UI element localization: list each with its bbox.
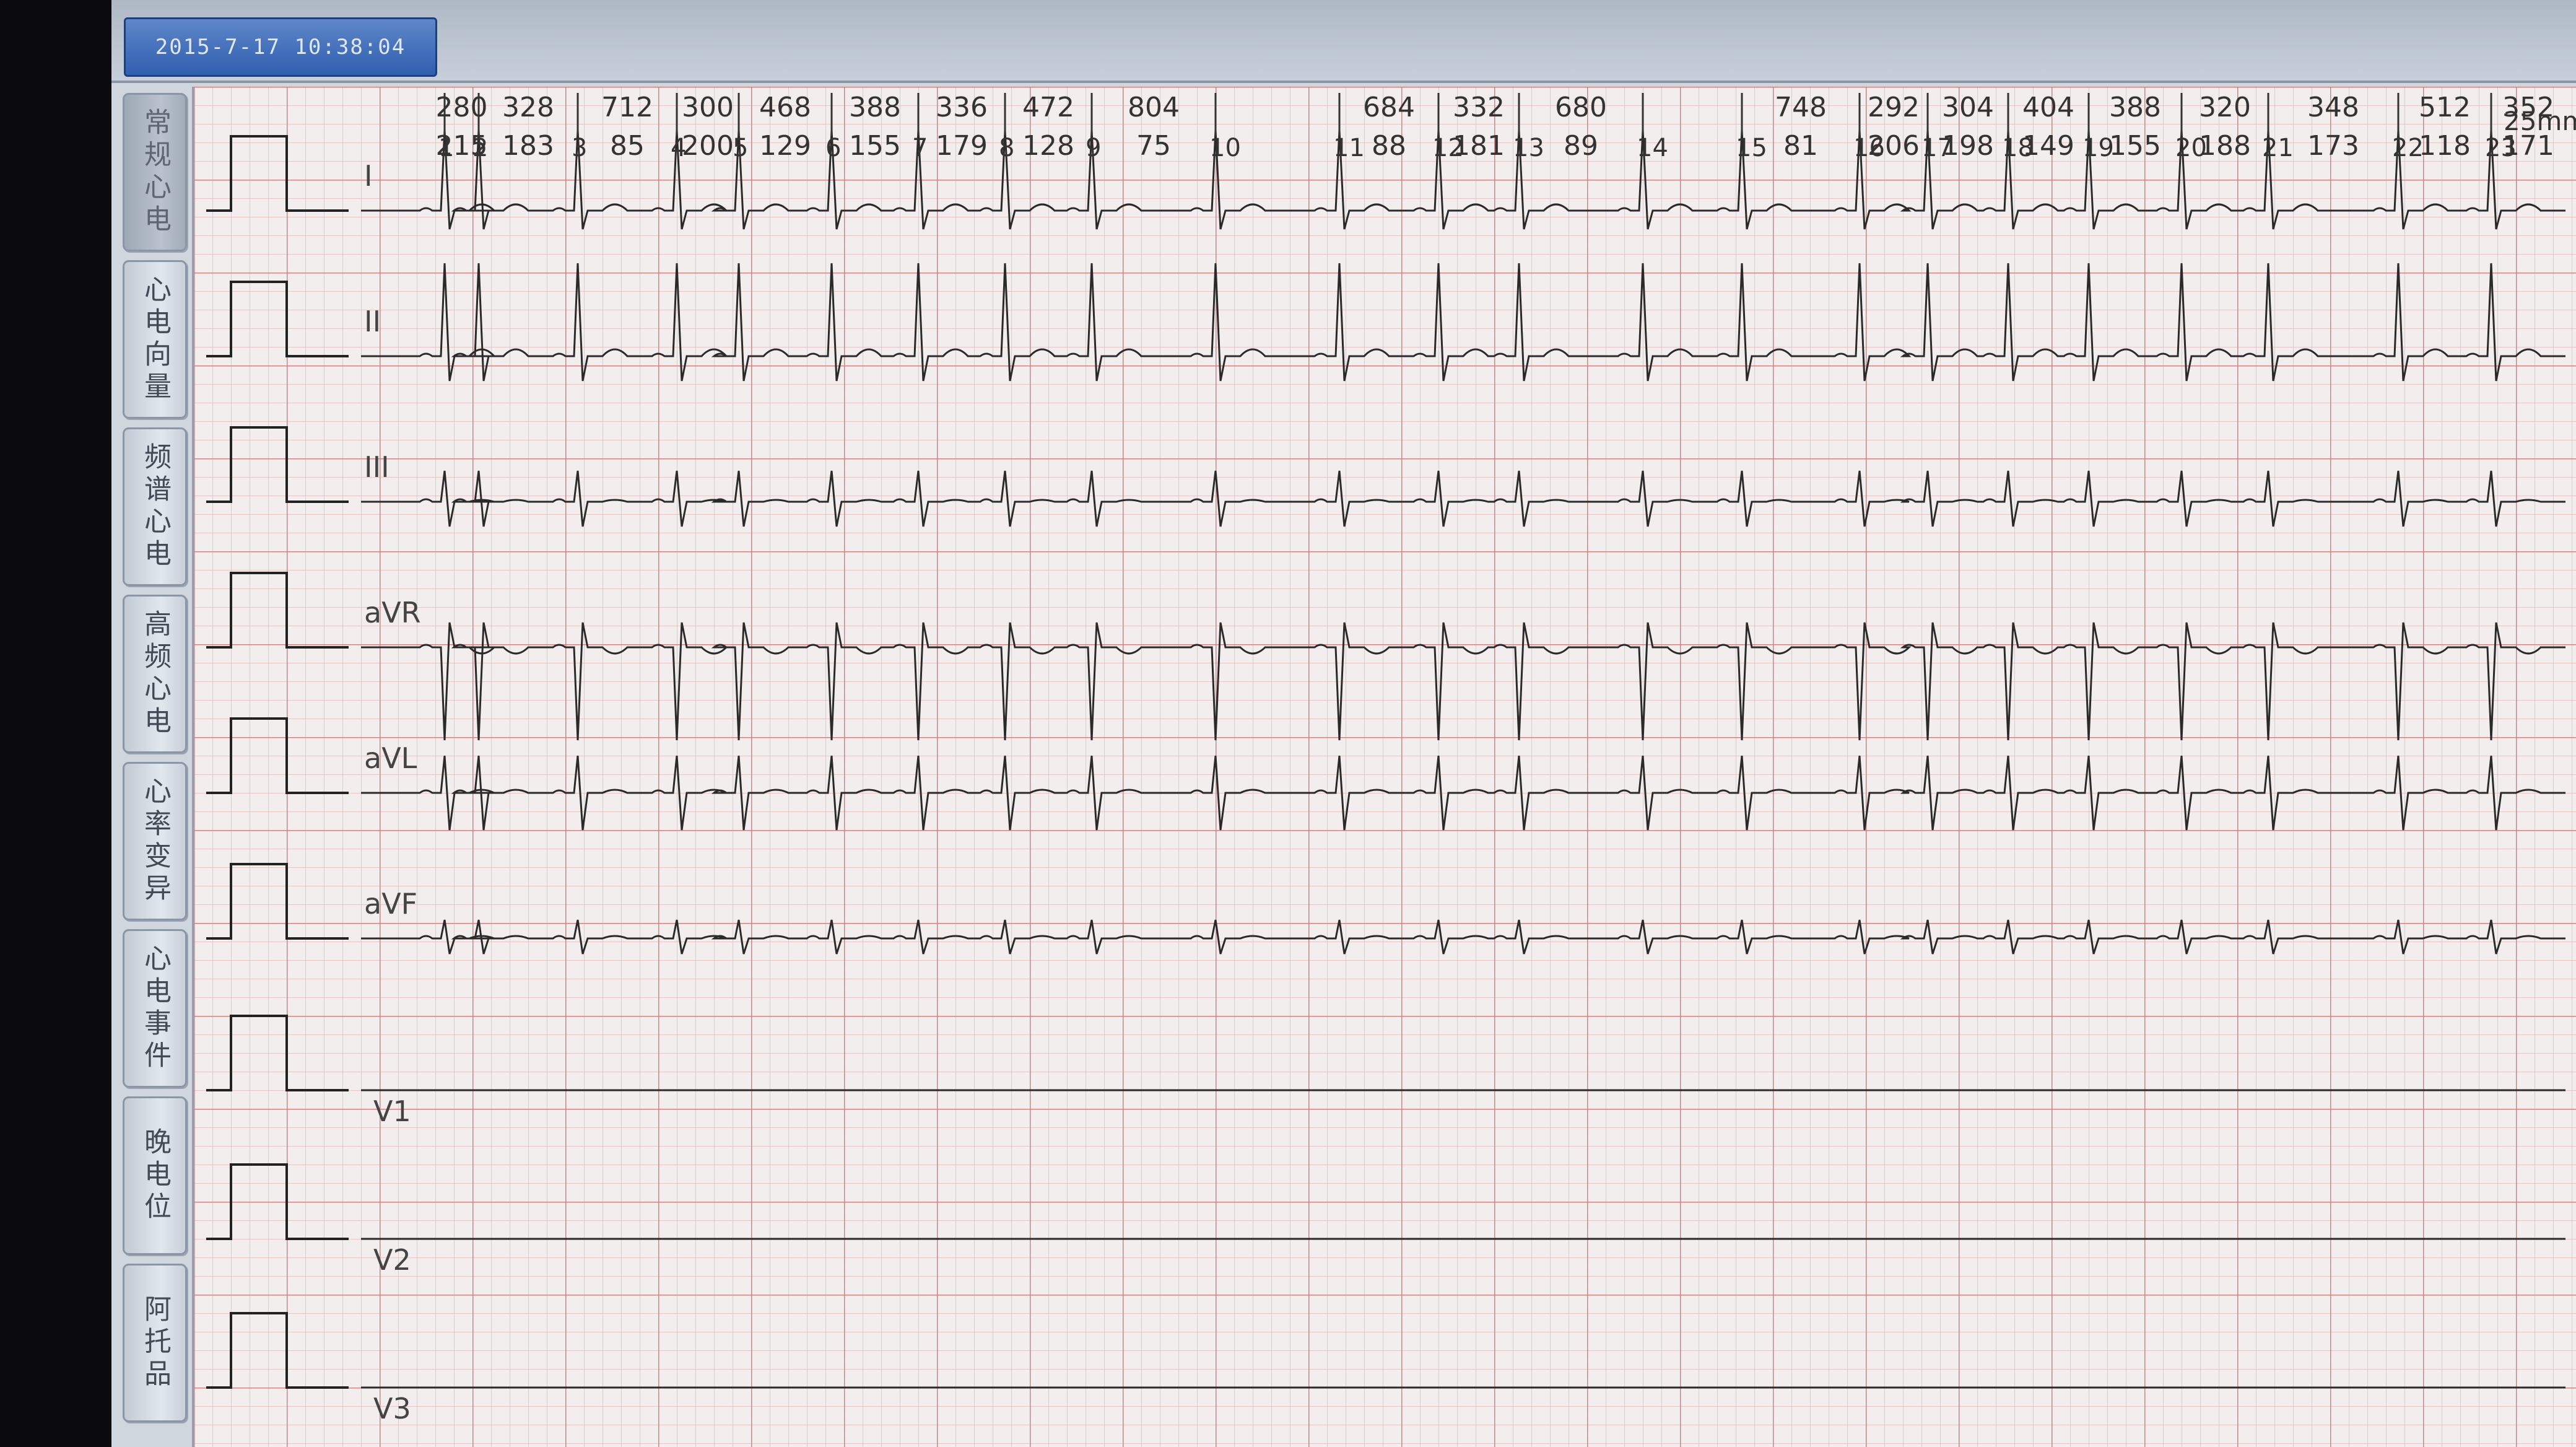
rr-interval-value: 404 xyxy=(2022,92,2074,123)
heart-rate-value: 85 xyxy=(610,130,645,162)
rr-interval-value: 684 xyxy=(1363,92,1415,123)
ecg-strip-canvas: 12802152328183 371285 43002005468129 638815… xyxy=(194,87,2576,1447)
heart-rate-value: 173 xyxy=(2307,130,2359,162)
heart-rate-value: 198 xyxy=(1942,130,1994,162)
rr-interval-value: 512 xyxy=(2419,92,2471,123)
lead-label: III xyxy=(364,450,389,484)
rr-interval-value: 680 xyxy=(1555,92,1607,123)
lead-label: V2 xyxy=(373,1243,411,1277)
lead-label: II xyxy=(364,305,381,338)
sidebar-item-ecg-events[interactable]: 心电事件 xyxy=(123,929,187,1088)
sidebar-item-routine-ecg[interactable]: 常规心电 xyxy=(123,93,187,251)
top-toolbar: 2015-7-17 10:38:04 xyxy=(111,0,2576,83)
record-timestamp-tab[interactable]: 2015-7-17 10:38:04 xyxy=(124,17,437,77)
heart-rate-value: 155 xyxy=(849,130,901,162)
sidebar-item-label: 心电事件 xyxy=(139,944,171,1073)
lead-label: aVR xyxy=(364,596,421,629)
heart-rate-value: 183 xyxy=(502,130,554,162)
beat-number: 13 xyxy=(1513,134,1544,162)
rr-interval-value: 320 xyxy=(2199,92,2251,123)
beat-number: 9 xyxy=(1086,134,1101,162)
rr-interval-value: 748 xyxy=(1775,92,1827,123)
rr-interval-value: 292 xyxy=(1868,92,1920,123)
lead-label: V3 xyxy=(373,1392,411,1425)
heart-rate-value: 88 xyxy=(1372,130,1406,162)
heart-rate-value: 206 xyxy=(1868,130,1920,162)
rr-interval-value: 336 xyxy=(936,92,988,123)
heart-rate-value: 75 xyxy=(1136,130,1171,162)
heart-rate-value: 128 xyxy=(1022,130,1074,162)
sidebar-item-label: 晚电位 xyxy=(139,1127,171,1224)
lead-label: I xyxy=(364,159,373,193)
sidebar-item-high-frequency-ecg[interactable]: 高频心电 xyxy=(123,595,187,753)
rr-interval-value: 304 xyxy=(1942,92,1994,123)
rr-interval-value: 804 xyxy=(1128,92,1180,123)
heart-rate-value: 179 xyxy=(936,130,988,162)
beat-number: 11 xyxy=(1333,134,1365,162)
sidebar-item-vector-ecg[interactable]: 心电向量 xyxy=(123,260,187,419)
rr-interval-value: 468 xyxy=(759,92,811,123)
sidebar-item-label: 心电向量 xyxy=(139,275,171,404)
lead-label: aVL xyxy=(364,741,417,775)
ecg-grid xyxy=(194,87,2576,1447)
sidebar-item-spectral-ecg[interactable]: 频谱心电 xyxy=(123,427,187,586)
paper-speed-label: 25mm xyxy=(2504,106,2576,136)
heart-rate-value: 149 xyxy=(2022,130,2074,162)
lead-label: V1 xyxy=(373,1095,411,1128)
rr-interval-value: 300 xyxy=(682,92,734,123)
sidebar-item-atropine[interactable]: 阿托品 xyxy=(123,1264,187,1422)
analysis-mode-sidebar: 常规心电 心电向量 频谱心电 高频心电 心率变异 心电事件 晚电位 阿托品 xyxy=(111,87,187,1447)
sidebar-item-label: 阿托品 xyxy=(139,1295,171,1391)
heart-rate-value: 181 xyxy=(1453,130,1505,162)
ecg-strip-panel[interactable]: 1 280 215 2 328 183 3 712 85 4 300 200 5 468 129 6 388 15… xyxy=(192,87,2576,1447)
beat-number: 15 xyxy=(1736,134,1767,162)
rr-interval-value: 388 xyxy=(849,92,901,123)
beat-number: 2 xyxy=(472,134,488,162)
sidebar-item-label: 常规心电 xyxy=(139,108,171,237)
rr-interval-value: 332 xyxy=(1453,92,1505,123)
beat-number: 7 xyxy=(912,134,928,162)
beat-number: 10 xyxy=(1209,134,1241,162)
beat-number: 6 xyxy=(825,134,841,162)
sidebar-item-label: 高频心电 xyxy=(139,610,171,738)
sidebar-item-label: 心率变异 xyxy=(139,777,171,906)
heart-rate-value: 155 xyxy=(2109,130,2161,162)
rr-interval-value: 712 xyxy=(601,92,653,123)
heart-rate-value: 129 xyxy=(759,130,811,162)
heart-rate-value: 81 xyxy=(1783,130,1818,162)
rr-interval-value: 388 xyxy=(2109,92,2161,123)
sidebar-item-label: 频谱心电 xyxy=(139,442,171,571)
rr-interval-value: 280 xyxy=(436,92,488,123)
heart-rate-value: 118 xyxy=(2419,130,2471,162)
beat-number: 8 xyxy=(999,134,1014,162)
heart-rate-value: 188 xyxy=(2199,130,2251,162)
lead-label: aVF xyxy=(364,887,417,920)
beat-number: 21 xyxy=(2262,134,2294,162)
rr-interval-value: 328 xyxy=(502,92,554,123)
beat-number: 5 xyxy=(733,134,748,162)
sidebar-item-hrv[interactable]: 心率变异 xyxy=(123,762,187,920)
rr-interval-value: 348 xyxy=(2307,92,2359,123)
ecg-application-window: 2015-7-17 10:38:04 常规心电 心电向量 频谱心电 高频心电 心… xyxy=(111,0,2576,1447)
sidebar-item-late-potential[interactable]: 晚电位 xyxy=(123,1096,187,1255)
heart-rate-value: 89 xyxy=(1564,130,1598,162)
heart-rate-value: 200 xyxy=(682,130,734,162)
rr-interval-value: 472 xyxy=(1022,92,1074,123)
beat-number: 3 xyxy=(572,134,587,162)
beat-number: 14 xyxy=(1637,134,1668,162)
